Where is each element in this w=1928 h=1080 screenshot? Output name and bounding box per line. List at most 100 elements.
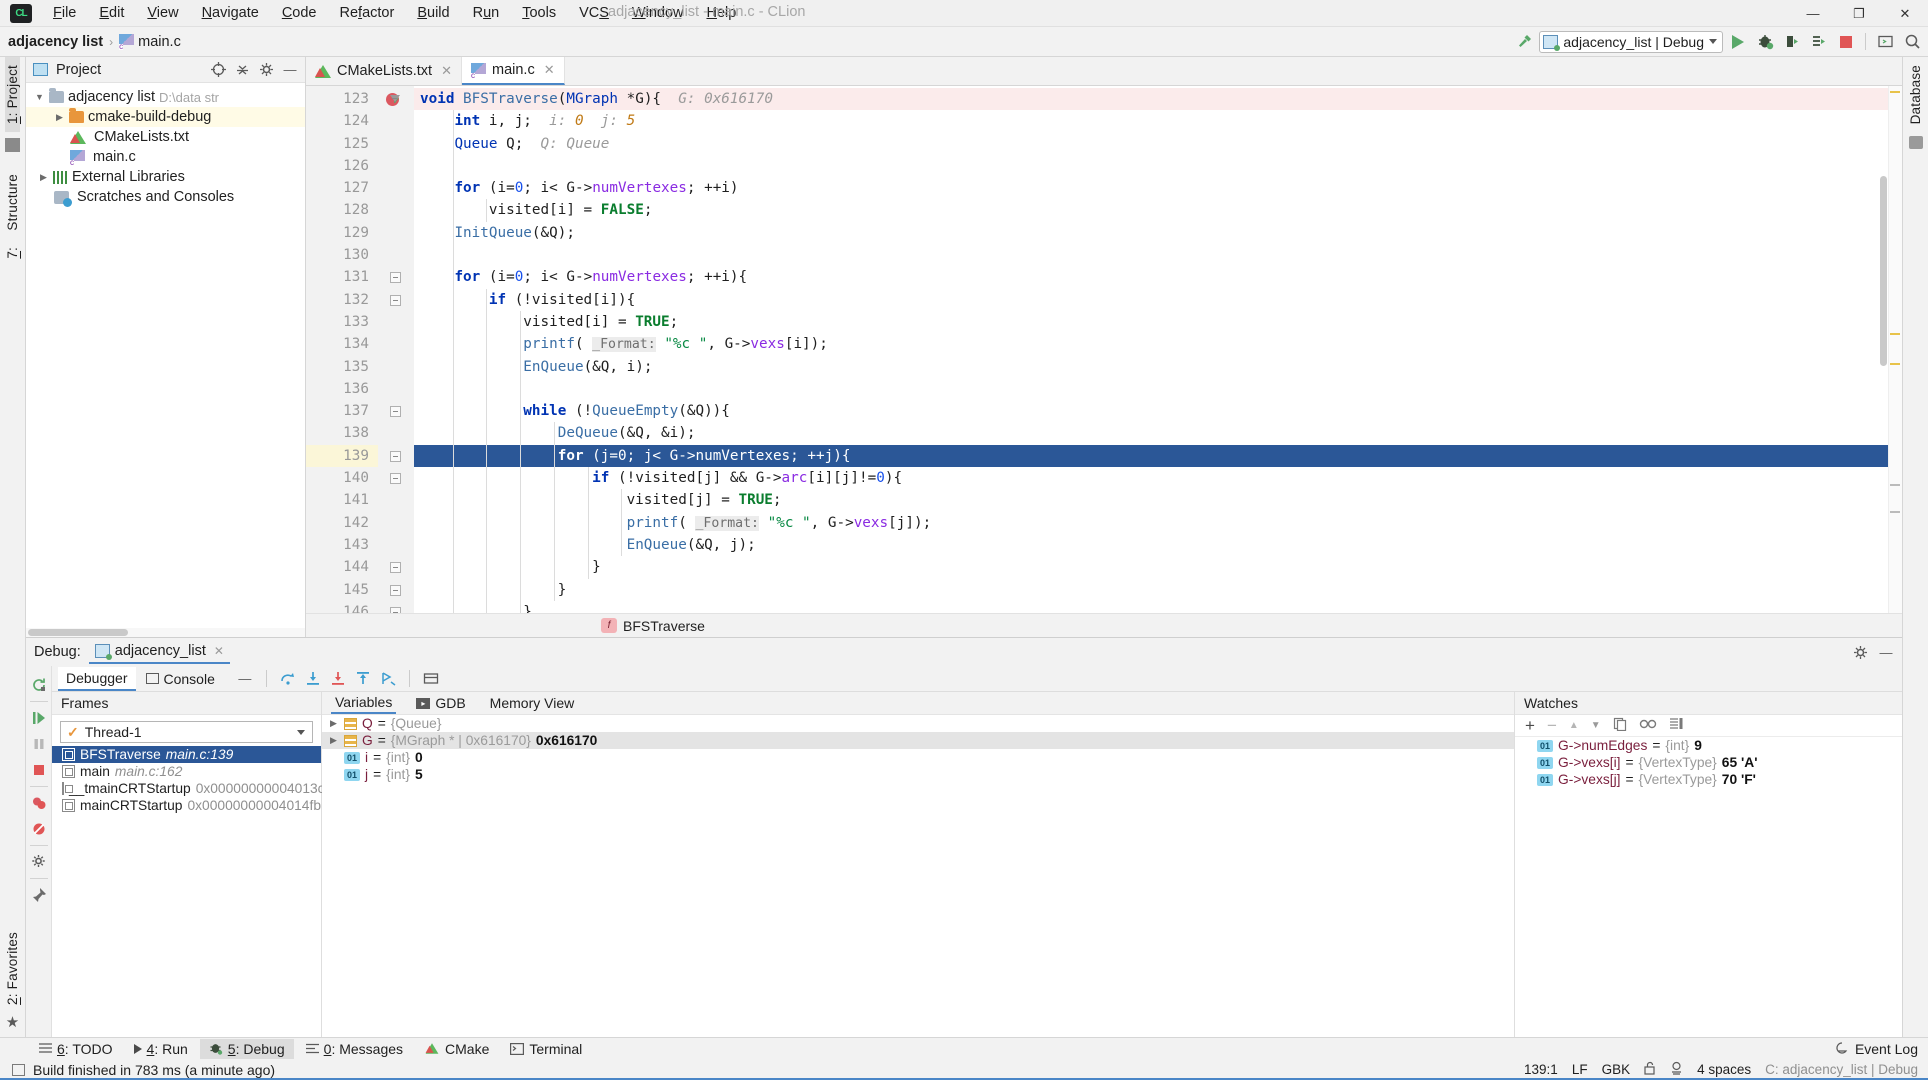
gutter-mark[interactable] [378,133,414,155]
sidebar-item-project[interactable]: 1: Project [5,57,20,133]
mute-breakpoints-icon[interactable]: — [237,671,253,687]
tool-tab-terminal[interactable]: Terminal [501,1039,591,1059]
fold-toggle-icon[interactable] [390,450,401,462]
code-line[interactable]: Queue Q; Q: Queue [414,132,1902,155]
code-line[interactable]: for (j=0; j< G->numVertexes; ++j){ [414,444,1902,468]
code-line[interactable] [414,377,1902,401]
tool-tab-run[interactable]: 4: Run [125,1039,197,1059]
tool-tab-debug[interactable]: 5: Debug [199,1038,294,1059]
remove-icon[interactable]: − [1547,716,1557,736]
chevron-down-icon[interactable]: ▼ [34,92,45,102]
close-icon[interactable]: ✕ [441,63,452,79]
variable-row[interactable]: 01 i = {int} 0 [322,749,1514,766]
gutter-mark[interactable] [378,222,414,244]
stop-button[interactable] [1834,31,1858,53]
tab-cmakelists[interactable]: CMakeLists.txt ✕ [306,57,462,85]
gutter-mark[interactable] [378,289,414,311]
tab-gdb[interactable]: ▸ GDB [412,693,469,713]
gutter-mark[interactable] [378,489,414,511]
settings-icon[interactable] [27,849,51,875]
step-over-icon[interactable] [280,671,296,687]
fold-toggle-icon[interactable] [390,294,401,306]
gutter-mark[interactable] [378,467,414,489]
inspect-icon[interactable] [1639,718,1657,734]
code-line[interactable]: } [414,600,1902,613]
gutter-mark[interactable] [378,155,414,177]
code-line[interactable]: if (!visited[i]){ [414,288,1902,311]
fold-toggle-icon[interactable] [390,606,401,613]
close-icon[interactable]: ✕ [544,62,555,78]
force-step-into-icon[interactable] [330,671,346,687]
tree-item-adjacency-list[interactable]: ▼ adjacency list D:\data str [26,87,305,107]
tree-item-external-libraries[interactable]: ▶ External Libraries [26,167,305,187]
gutter-mark[interactable] [378,378,414,400]
run-with-coverage-icon[interactable] [1807,31,1831,53]
watch-row[interactable]: 01 G->vexs[i] = {VertexType} 65 'A' [1515,754,1902,771]
scrollbar-thumb[interactable] [28,629,128,636]
inspection-icon[interactable] [1670,1061,1683,1078]
code-line[interactable]: EnQueue(&Q, j); [414,533,1902,557]
frames-list[interactable]: BFSTraverse main.c:139 main main.c:162 __tma… [52,746,332,814]
scrollbar-thumb[interactable] [1880,176,1887,366]
thread-selector[interactable]: ✓ Thread-1 [60,721,313,743]
gutter-mark[interactable] [378,266,414,288]
menu-navigate[interactable]: Navigate [191,2,270,24]
gutter-mark[interactable] [378,177,414,199]
tree-item-scratches[interactable]: Scratches and Consoles [26,187,305,207]
tab-console[interactable]: Console [138,668,223,690]
pin-icon[interactable] [27,882,51,908]
menu-view[interactable]: View [136,2,189,24]
fold-gutter[interactable]: ✓ [378,86,414,613]
fold-toggle-icon[interactable] [390,584,401,596]
move-up-icon[interactable]: ▲ [1569,720,1579,731]
hammer-icon[interactable] [1512,31,1536,53]
code-line[interactable]: printf( _Format: "%c ", G->vexs[i]); [414,333,1902,356]
code-line[interactable]: EnQueue(&Q, i); [414,355,1902,378]
line-separator[interactable]: LF [1572,1062,1588,1077]
resume-icon[interactable] [27,705,51,731]
event-log-button[interactable]: Event Log [1835,1041,1918,1057]
expand-chevron-icon[interactable]: ▶ [328,718,339,729]
variables-list[interactable]: ▶ Q = {Queue} ▶ G = {MGraph * | 0x616170} 0x6161… [322,715,1514,783]
gear-icon[interactable] [258,62,274,78]
gutter-mark[interactable] [378,333,414,355]
gutter-mark[interactable] [378,512,414,534]
code-line[interactable]: int i, j; i: 0 j: 5 [414,110,1902,133]
file-encoding[interactable]: GBK [1602,1062,1631,1077]
debug-button[interactable] [1753,31,1777,53]
menu-edit[interactable]: Edit [88,2,135,24]
menu-refactor[interactable]: Refactor [329,2,406,24]
fold-toggle-icon[interactable] [390,272,401,284]
editor-marker-stripe[interactable] [1888,86,1902,613]
sidebar-item-database[interactable]: Database [1908,57,1923,132]
frame-row[interactable]: main main.c:162 [52,763,321,780]
menu-tools[interactable]: Tools [511,2,567,24]
expand-chevron-icon[interactable]: ▶ [328,735,339,746]
chevron-down-icon[interactable] [297,729,305,735]
tab-main-c[interactable]: main.c ✕ [462,57,565,85]
gutter-mark[interactable] [378,579,414,601]
code-line[interactable] [414,154,1902,178]
variable-row[interactable]: 01 j = {int} 5 [322,766,1514,783]
menu-file[interactable]: File [42,2,87,24]
frame-row[interactable]: mainCRTStartup 0x00000000004014fb [52,797,321,814]
move-down-icon[interactable]: ▼ [1591,720,1601,731]
sidebar-item-favorites[interactable]: 2: Favorites [5,924,20,1013]
tree-item-main-c[interactable]: main.c [26,147,305,167]
chevron-right-icon[interactable]: ▶ [54,112,65,123]
watch-row[interactable]: 01 G->vexs[j] = {VertexType} 70 'F' [1515,771,1902,788]
gutter-mark[interactable] [378,601,414,613]
gutter-mark[interactable]: ✓ [378,88,414,110]
view-breakpoints-icon[interactable] [27,790,51,816]
gutter-mark[interactable] [378,356,414,378]
step-into-icon[interactable] [305,671,321,687]
code-line[interactable]: InitQueue(&Q); [414,221,1902,245]
gutter-mark[interactable] [378,199,414,221]
code-line[interactable]: for (i=0; i< G->numVertexes; ++i){ [414,266,1902,289]
unlock-icon[interactable] [1644,1061,1656,1078]
menu-build[interactable]: Build [406,2,460,24]
watch-row[interactable]: 01 G->numEdges = {int} 9 [1515,737,1902,754]
close-icon[interactable]: ✕ [214,644,224,658]
tab-variables[interactable]: Variables [331,692,397,714]
gutter-mark[interactable] [378,422,414,444]
